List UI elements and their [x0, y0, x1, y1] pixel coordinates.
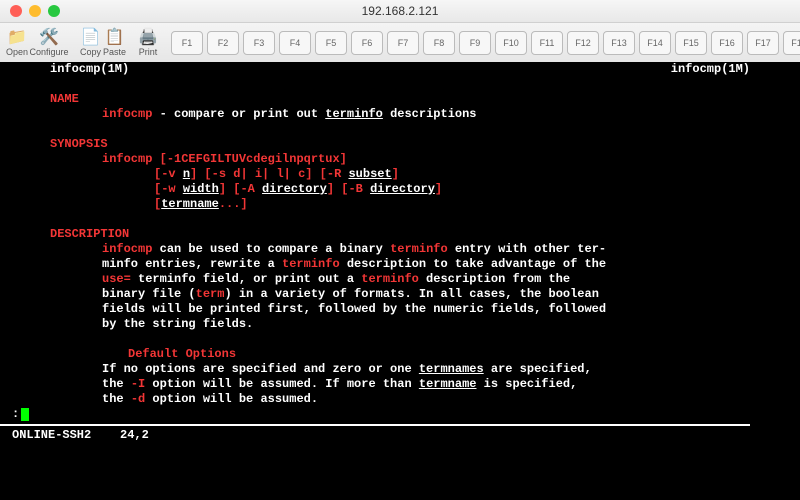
section-synopsis: SYNOPSIS [50, 137, 750, 152]
fkey-f4[interactable]: F4 [279, 31, 311, 55]
pager-prompt[interactable]: : [0, 407, 750, 422]
fkey-f2[interactable]: F2 [207, 31, 239, 55]
desc-line: minfo entries, rewrite a terminfo descri… [50, 257, 750, 272]
name-line: infocmp - compare or print out terminfo … [50, 107, 750, 122]
section-name: NAME [50, 92, 750, 107]
fkey-f1[interactable]: F1 [171, 31, 203, 55]
print-button[interactable]: 🖨️Print [138, 25, 158, 61]
fkey-f13[interactable]: F13 [603, 31, 635, 55]
zoom-icon[interactable] [48, 5, 60, 17]
desc-line: use= terminfo field, or print out a term… [50, 272, 750, 287]
terminal[interactable]: infocmp(1M)infocmp(1M) NAME infocmp - co… [0, 62, 800, 500]
close-icon[interactable] [10, 5, 22, 17]
toolbar: 📁Open 🛠️Configure 📄Copy 📋Paste 🖨️Print F… [0, 23, 800, 64]
man-header: infocmp(1M)infocmp(1M) [50, 62, 750, 77]
opt-line: If no options are specified and zero or … [50, 362, 750, 377]
open-button[interactable]: 📁Open [6, 25, 28, 61]
opt-line: the -I option will be assumed. If more t… [50, 377, 750, 392]
fkey-f18[interactable]: F18 [783, 31, 800, 55]
fkey-f15[interactable]: F15 [675, 31, 707, 55]
configure-icon: 🛠️ [39, 29, 59, 47]
desc-line: binary file (term) in a variety of forma… [50, 287, 750, 302]
synopsis-line: infocmp [-1CEFGILTUVcdegilnpqrtux] [50, 152, 750, 167]
configure-button[interactable]: 🛠️Configure [30, 25, 68, 61]
desc-line: by the string fields. [50, 317, 750, 332]
fkey-f6[interactable]: F6 [351, 31, 383, 55]
copy-icon: 📄 [81, 29, 101, 47]
window-title: 192.168.2.121 [0, 4, 800, 18]
desc-line: infocmp can be used to compare a binary … [50, 242, 750, 257]
fkey-f3[interactable]: F3 [243, 31, 275, 55]
copy-button[interactable]: 📄Copy [80, 25, 101, 61]
paste-icon: 📋 [105, 29, 125, 47]
paste-button[interactable]: 📋Paste [103, 25, 126, 61]
fkey-f7[interactable]: F7 [387, 31, 419, 55]
fkey-f5[interactable]: F5 [315, 31, 347, 55]
print-icon: 🖨️ [138, 29, 158, 47]
synopsis-line: [termname...] [50, 197, 750, 212]
fkey-f11[interactable]: F11 [531, 31, 563, 55]
fkey-f17[interactable]: F17 [747, 31, 779, 55]
minimize-icon[interactable] [29, 5, 41, 17]
fkey-f8[interactable]: F8 [423, 31, 455, 55]
titlebar: 192.168.2.121 [0, 0, 800, 23]
opt-line: the -d option will be assumed. [50, 392, 750, 407]
status-bar: ONLINE-SSH2 24,2 [0, 424, 750, 443]
fkey-f12[interactable]: F12 [567, 31, 599, 55]
open-icon: 📁 [7, 29, 27, 47]
subsection-default-options: Default Options [50, 347, 750, 362]
traffic-lights [10, 5, 60, 17]
synopsis-line: [-v n] [-s d| i| l| c] [-R subset] [50, 167, 750, 182]
cursor-icon [21, 408, 29, 421]
fkey-f10[interactable]: F10 [495, 31, 527, 55]
fkey-f9[interactable]: F9 [459, 31, 491, 55]
desc-line: fields will be printed first, followed b… [50, 302, 750, 317]
fkey-f16[interactable]: F16 [711, 31, 743, 55]
section-description: DESCRIPTION [50, 227, 750, 242]
synopsis-line: [-w width] [-A directory] [-B directory] [50, 182, 750, 197]
fkey-f14[interactable]: F14 [639, 31, 671, 55]
